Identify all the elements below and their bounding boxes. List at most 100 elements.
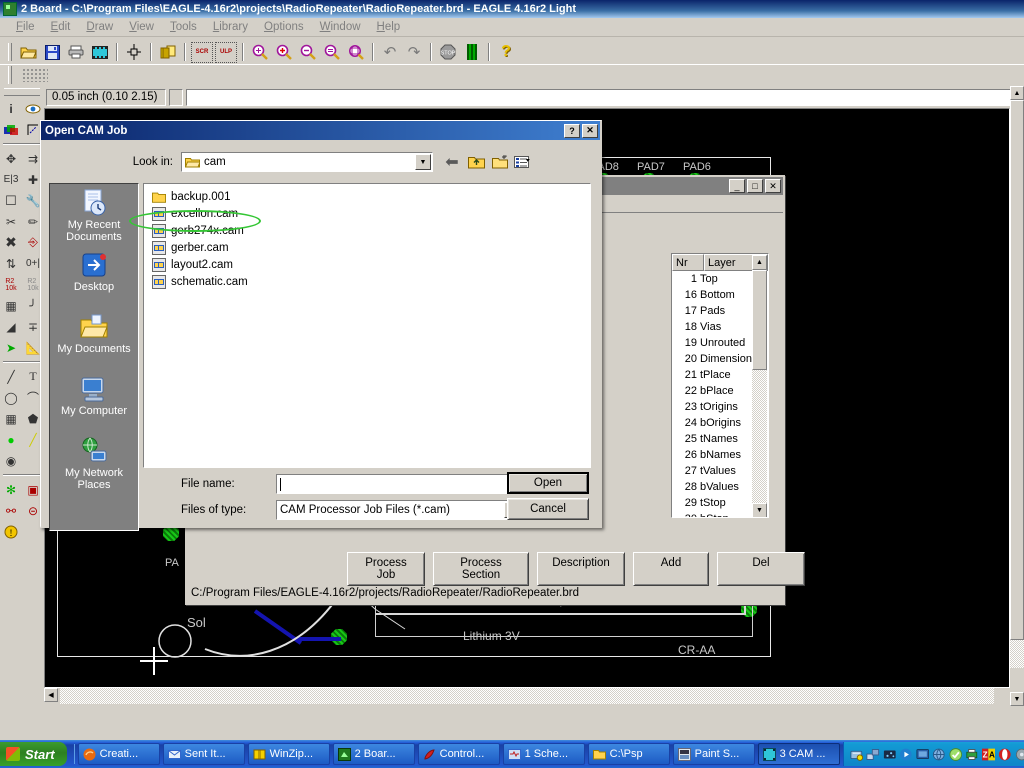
canvas-vertical-scrollbar[interactable]: ▲ ▼ — [1010, 86, 1024, 706]
open-button[interactable]: Open — [507, 472, 589, 494]
vertical-scroll-track[interactable] — [1010, 100, 1024, 668]
list-item[interactable]: gerber.cam — [148, 239, 590, 256]
script-icon[interactable]: SCR — [191, 42, 213, 63]
layer-scroll-thumb[interactable] — [752, 270, 767, 370]
help-button[interactable]: ? — [564, 124, 580, 138]
cut-icon[interactable]: ✂ — [0, 211, 22, 232]
new-folder-icon[interactable] — [489, 152, 511, 173]
start-button[interactable]: Start — [0, 742, 67, 766]
close-button[interactable]: ✕ — [765, 179, 781, 193]
del-button[interactable]: Del — [717, 552, 805, 586]
layer-scroll-up-button[interactable]: ▲ — [752, 255, 767, 270]
list-item[interactable]: schematic.cam — [148, 273, 590, 290]
open-icon[interactable] — [17, 42, 39, 63]
layer-scroll-down-button[interactable]: ▼ — [752, 503, 767, 518]
taskbar-item-winzip[interactable]: WinZip... — [248, 743, 330, 765]
canvas-horizontal-scrollbar[interactable]: ◀ — [44, 688, 1010, 704]
secondary-toolbar-grip[interactable] — [8, 66, 12, 84]
vertical-scroll-thumb[interactable] — [1010, 100, 1024, 640]
menu-item-tools[interactable]: Tools — [162, 19, 205, 35]
bluetooth-icon[interactable] — [883, 747, 897, 762]
smash-icon[interactable]: ▦ — [0, 295, 22, 316]
layer-header-nr[interactable]: Nr — [672, 254, 704, 271]
media-player-icon[interactable] — [899, 747, 913, 762]
scroll-up-button[interactable]: ▲ — [1010, 86, 1024, 100]
rotate-icon[interactable]: E|3 — [0, 169, 22, 190]
close-icon[interactable]: ✕ — [582, 124, 598, 138]
back-icon[interactable]: ⬅ — [441, 152, 463, 173]
look-in-combobox[interactable]: cam ▼ — [181, 152, 433, 172]
errors-icon[interactable]: ! — [0, 521, 22, 542]
pinswap-icon[interactable]: ⇅ — [0, 253, 22, 274]
grid-pattern-icon[interactable] — [22, 68, 48, 82]
undo-icon[interactable]: ↶ — [379, 42, 401, 63]
toolbar-grip[interactable] — [8, 43, 12, 61]
circle-icon[interactable]: ◯ — [0, 387, 22, 408]
save-icon[interactable] — [41, 42, 63, 63]
list-item[interactable]: layout2.cam — [148, 256, 590, 273]
maximize-button[interactable]: □ — [747, 179, 763, 193]
zoom-redraw-icon[interactable] — [321, 42, 343, 63]
cancel-button[interactable]: Cancel — [507, 498, 589, 520]
menu-item-edit[interactable]: Edit — [43, 19, 79, 35]
palette-grip[interactable] — [4, 88, 40, 96]
description-button[interactable]: Description — [537, 552, 625, 586]
ratsnest-icon[interactable]: ✻ — [0, 479, 22, 500]
list-item[interactable]: gerb274x.cam — [148, 222, 590, 239]
layer-scroll-track[interactable] — [752, 270, 767, 503]
taskbar-item-paint-shop[interactable]: Paint S... — [673, 743, 755, 765]
scanner-icon[interactable] — [850, 747, 864, 762]
chevron-down-icon[interactable]: ▼ — [415, 154, 431, 170]
library-icon[interactable] — [157, 42, 179, 63]
file-name-input[interactable] — [276, 474, 522, 494]
help-icon[interactable]: ? — [495, 42, 517, 63]
board-schematic-toggle-icon[interactable] — [123, 42, 145, 63]
redo-icon[interactable]: ↷ — [403, 42, 425, 63]
zoom-in-icon[interactable] — [273, 42, 295, 63]
up-one-level-icon[interactable] — [465, 152, 487, 173]
horizontal-scroll-track[interactable] — [60, 688, 994, 704]
zonealarm-icon[interactable]: ZA — [982, 747, 996, 762]
split-icon[interactable]: ◢ — [0, 316, 22, 337]
layer-list-scrollbar[interactable]: ▲ ▼ — [752, 255, 767, 518]
list-item[interactable]: backup.001 — [148, 188, 590, 205]
show-icon[interactable] — [22, 98, 44, 119]
invoke-icon[interactable]: ➤ — [0, 337, 22, 358]
menu-item-help[interactable]: Help — [369, 19, 409, 35]
taskbar-item-control-panel[interactable]: Control... — [418, 743, 500, 765]
menu-item-window[interactable]: Window — [312, 19, 369, 35]
via-icon[interactable]: ● — [0, 429, 22, 450]
add-button[interactable]: Add — [633, 552, 709, 586]
dialog-titlebar[interactable]: Open CAM Job ? ✕ — [41, 121, 600, 140]
select-group-icon[interactable]: ☐ — [0, 190, 22, 211]
zoom-out-icon[interactable] — [297, 42, 319, 63]
move-icon[interactable]: ✥ — [0, 148, 22, 169]
zoom-select-icon[interactable] — [345, 42, 367, 63]
zoom-fit-icon[interactable] — [249, 42, 271, 63]
cam-processor-icon[interactable] — [89, 42, 111, 63]
ripup-icon[interactable]: ⚯ — [0, 500, 22, 521]
minimize-button[interactable]: _ — [729, 179, 745, 193]
files-of-type-combobox[interactable]: CAM Processor Job Files (*.cam) ▼ — [276, 500, 522, 520]
menu-item-draw[interactable]: Draw — [78, 19, 121, 35]
delete-icon[interactable]: ✖ — [0, 232, 22, 253]
taskbar-item-3-cam[interactable]: 3 CAM ... — [758, 743, 840, 765]
file-list[interactable]: backup.001 excellon.cam gerb274x.cam ger… — [143, 183, 591, 468]
mark-origin-icon[interactable]: ◉ — [0, 450, 22, 471]
menu-item-file[interactable]: File — [8, 19, 43, 35]
scroll-left-button[interactable]: ◀ — [44, 688, 58, 702]
shield-check-icon[interactable] — [949, 747, 963, 762]
printer-icon[interactable] — [965, 747, 979, 762]
views-icon[interactable] — [513, 152, 535, 173]
display-icon[interactable] — [916, 747, 930, 762]
ulp-icon[interactable]: ULP — [215, 42, 237, 63]
name-icon[interactable]: R210k — [0, 274, 22, 295]
taskbar-item-sent-items[interactable]: Sent It... — [163, 743, 245, 765]
scroll-down-button[interactable]: ▼ — [1010, 692, 1024, 706]
layer-list[interactable]: Nr Layer 1Top 16Bottom 17Pads 18Vias 19U… — [671, 253, 769, 518]
process-section-button[interactable]: Process Section — [433, 552, 529, 586]
menu-item-options[interactable]: Options — [256, 19, 312, 35]
place-my-recent-documents[interactable]: My Recent Documents — [50, 184, 138, 246]
info-icon[interactable]: i — [0, 98, 22, 119]
place-my-network-places[interactable]: My Network Places — [50, 432, 138, 494]
